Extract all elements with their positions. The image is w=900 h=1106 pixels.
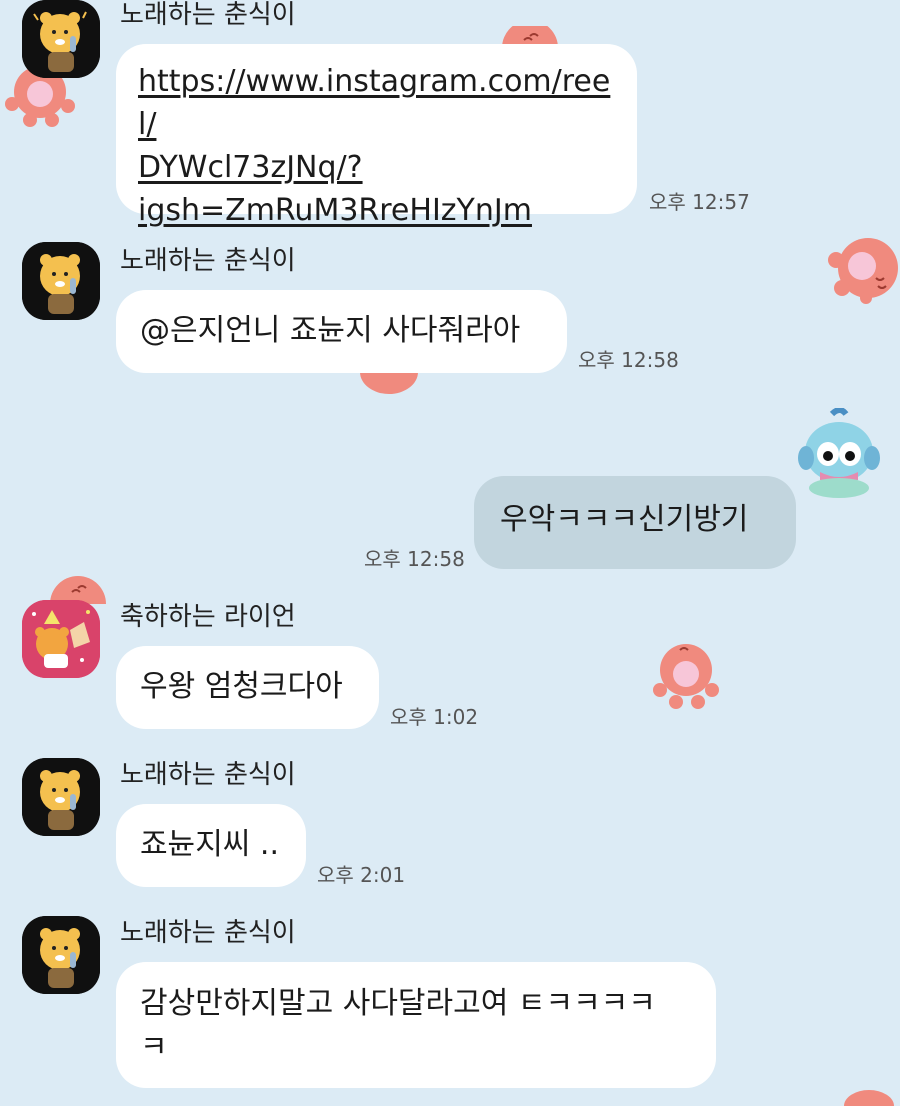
sender-name: 축하하는 라이언: [120, 602, 296, 632]
message-text: @은지언니 죠뉸지 사다줘라아: [140, 313, 521, 348]
message-text: 우왕 엄청크다아: [140, 669, 343, 704]
singing-chunsik-avatar-icon: [22, 758, 100, 836]
message-bubble[interactable]: 우왕 엄청크다아: [116, 646, 379, 729]
octopus-wallpaper-icon: [844, 1090, 894, 1106]
celebrating-ryan-avatar-icon: [22, 600, 100, 678]
message-bubble[interactable]: @은지언니 죠뉸지 사다줘라아: [116, 290, 567, 373]
link-line[interactable]: DYWcl73zJNq/?: [138, 146, 615, 189]
hangyodon-sticker-icon: [798, 408, 880, 498]
singing-chunsik-avatar-icon: [22, 916, 100, 994]
message-timestamp: 오후 12:58: [578, 348, 679, 372]
singing-chunsik-avatar-icon: [22, 0, 100, 78]
sender-avatar[interactable]: [22, 242, 100, 320]
sender-avatar[interactable]: [22, 0, 100, 78]
link-line[interactable]: https://www.instagram.com/reel/: [138, 60, 615, 146]
message-text-line: ㅋ: [140, 1030, 168, 1065]
message-text: 죠뉸지씨 ..: [140, 827, 280, 862]
message-bubble[interactable]: 죠뉸지씨 ..: [116, 804, 306, 887]
sender-avatar[interactable]: [22, 600, 100, 678]
sender-name: 노래하는 춘식이: [120, 246, 296, 276]
sender-avatar[interactable]: [22, 916, 100, 994]
sender-avatar[interactable]: [22, 758, 100, 836]
singing-chunsik-avatar-icon: [22, 242, 100, 320]
octopus-wallpaper-icon: [360, 372, 418, 394]
message-bubble[interactable]: https://www.instagram.com/reel/ DYWcl73z…: [116, 44, 637, 228]
sender-name: 노래하는 춘식이: [120, 760, 296, 790]
link-line[interactable]: igsh=ZmRuM3RreHIzYnJm: [138, 189, 615, 232]
message-timestamp: 오후 12:57: [649, 190, 750, 214]
sender-name: 노래하는 춘식이: [120, 0, 296, 30]
message-bubble[interactable]: 감상만하지말고 사다달라고여 ㅌㅋㅋㅋㅋ ㅋ: [116, 962, 716, 1088]
my-message-bubble[interactable]: 우악ㅋㅋㅋ신기방기: [474, 476, 796, 569]
message-text-line: 감상만하지말고 사다달라고여 ㅌㅋㅋㅋㅋ: [140, 986, 656, 1021]
octopus-wallpaper-icon: [653, 644, 719, 709]
message-timestamp: 오후 12:58: [364, 547, 465, 571]
sender-name: 노래하는 춘식이: [120, 918, 296, 948]
message-text: 우악ㅋㅋㅋ신기방기: [500, 502, 749, 537]
chat-area[interactable]: 노래하는 춘식이 https://www.instagram.com/reel/…: [0, 0, 900, 1106]
octopus-wallpaper-icon: [828, 238, 898, 304]
message-timestamp: 오후 2:01: [317, 863, 406, 887]
message-timestamp: 오후 1:02: [390, 705, 479, 729]
